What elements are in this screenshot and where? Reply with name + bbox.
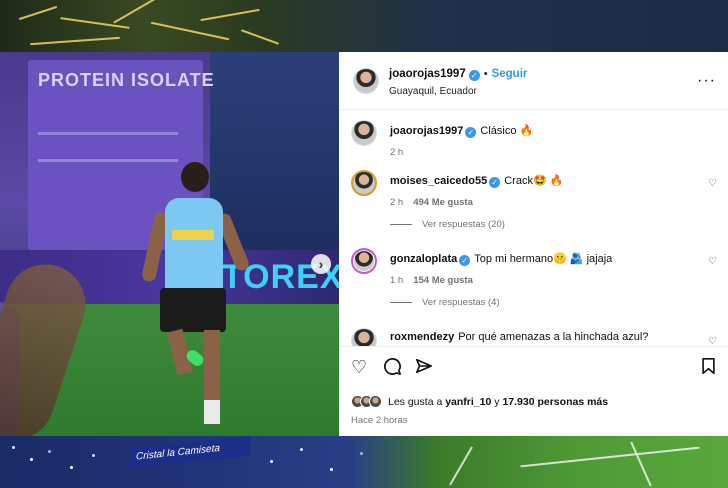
bookmark-icon[interactable] xyxy=(701,357,716,380)
send-icon[interactable] xyxy=(415,357,433,380)
post-timestamp: Hace 2 horas xyxy=(351,415,408,426)
comment-text: Top mi hermano🤫 🫂 jajaja xyxy=(474,253,613,265)
view-replies-button[interactable]: Ver respuestas (20) xyxy=(390,219,505,230)
follow-button[interactable]: Seguir xyxy=(492,68,528,80)
comment-text: Por qué amenazas a la hinchada azul? xyxy=(458,331,649,343)
caption-time: 2 h xyxy=(390,147,404,158)
comment-item: roxmendezy Por qué amenazas a la hinchada… xyxy=(351,328,721,346)
comment-like-heart-icon[interactable]: ♡ xyxy=(708,336,717,346)
background-stadium xyxy=(0,436,728,488)
comment-time: 1 h xyxy=(390,275,404,286)
post-side-panel: joaorojas1997 ✓ • Seguir Guayaquil, Ecuador… xyxy=(339,52,728,436)
comment-icon[interactable] xyxy=(383,357,402,381)
billboard-text: PROTEIN ISOLATE xyxy=(38,70,215,90)
liker-avatar xyxy=(369,395,382,408)
caption-username[interactable]: joaorojas1997 xyxy=(390,125,463,137)
verified-icon: ✓ xyxy=(459,255,471,266)
post-location[interactable]: Guayaquil, Ecuador xyxy=(389,86,527,99)
author-avatar[interactable] xyxy=(351,120,377,146)
comment-username[interactable]: moises_caicedo55 xyxy=(390,175,487,187)
comment-username[interactable]: gonzaloplata xyxy=(390,253,457,265)
post-header: joaorojas1997 ✓ • Seguir Guayaquil, Ecuador… xyxy=(339,52,728,110)
comment-likes[interactable]: 154 Me gusta xyxy=(413,275,473,286)
likes-count[interactable]: 17.930 personas más xyxy=(502,396,608,408)
post-media[interactable]: PROTEIN ISOLATE TOREX › xyxy=(0,52,339,436)
comment-time: 2 h xyxy=(390,197,404,208)
comment-like-heart-icon[interactable]: ♡ xyxy=(708,178,717,189)
comment-likes[interactable]: 494 Me gusta xyxy=(413,197,473,208)
comment-item: moises_caicedo55 ✓ Crack🤩 🔥 2 h 494 Me gust… xyxy=(351,170,721,210)
verified-icon: ✓ xyxy=(465,127,477,138)
author-username[interactable]: joaorojas1997 xyxy=(389,68,466,80)
comments-list[interactable]: joaorojas1997 ✓ Clásico 🔥 2 h moises_caice… xyxy=(339,110,728,346)
chevron-right-icon[interactable]: › xyxy=(311,254,331,274)
caption: joaorojas1997 ✓ Clásico 🔥 2 h xyxy=(351,120,721,160)
instagram-post: PROTEIN ISOLATE TOREX › joaorojas1997 ✓ • S xyxy=(0,52,728,436)
verified-icon: ✓ xyxy=(468,69,480,81)
verified-icon: ✓ xyxy=(489,177,501,188)
comment-username[interactable]: roxmendezy xyxy=(390,331,454,343)
heart-icon[interactable]: ♡ xyxy=(351,357,367,378)
commenter-avatar[interactable] xyxy=(351,248,377,274)
comment-like-heart-icon[interactable]: ♡ xyxy=(708,256,717,267)
comment-item: gonzaloplata ✓ Top mi hermano🤫 🫂 jajaja 1 … xyxy=(351,248,721,288)
commenter-avatar[interactable] xyxy=(351,170,377,196)
comment-text: Crack🤩 🔥 xyxy=(504,175,564,187)
commenter-avatar[interactable] xyxy=(351,328,377,346)
liker-username[interactable]: yanfri_10 xyxy=(445,396,491,408)
more-options-icon[interactable]: ··· xyxy=(697,72,716,90)
post-actions: ♡ Les gusta a yanfri_10 y 17.930 persona… xyxy=(339,346,728,436)
likes-summary[interactable]: Les gusta a yanfri_10 y 17.930 personas … xyxy=(351,395,608,408)
background-fireworks xyxy=(0,0,728,52)
view-replies-button[interactable]: Ver respuestas (4) xyxy=(390,297,500,308)
caption-text: Clásico 🔥 xyxy=(480,125,534,137)
author-avatar[interactable] xyxy=(353,67,379,94)
